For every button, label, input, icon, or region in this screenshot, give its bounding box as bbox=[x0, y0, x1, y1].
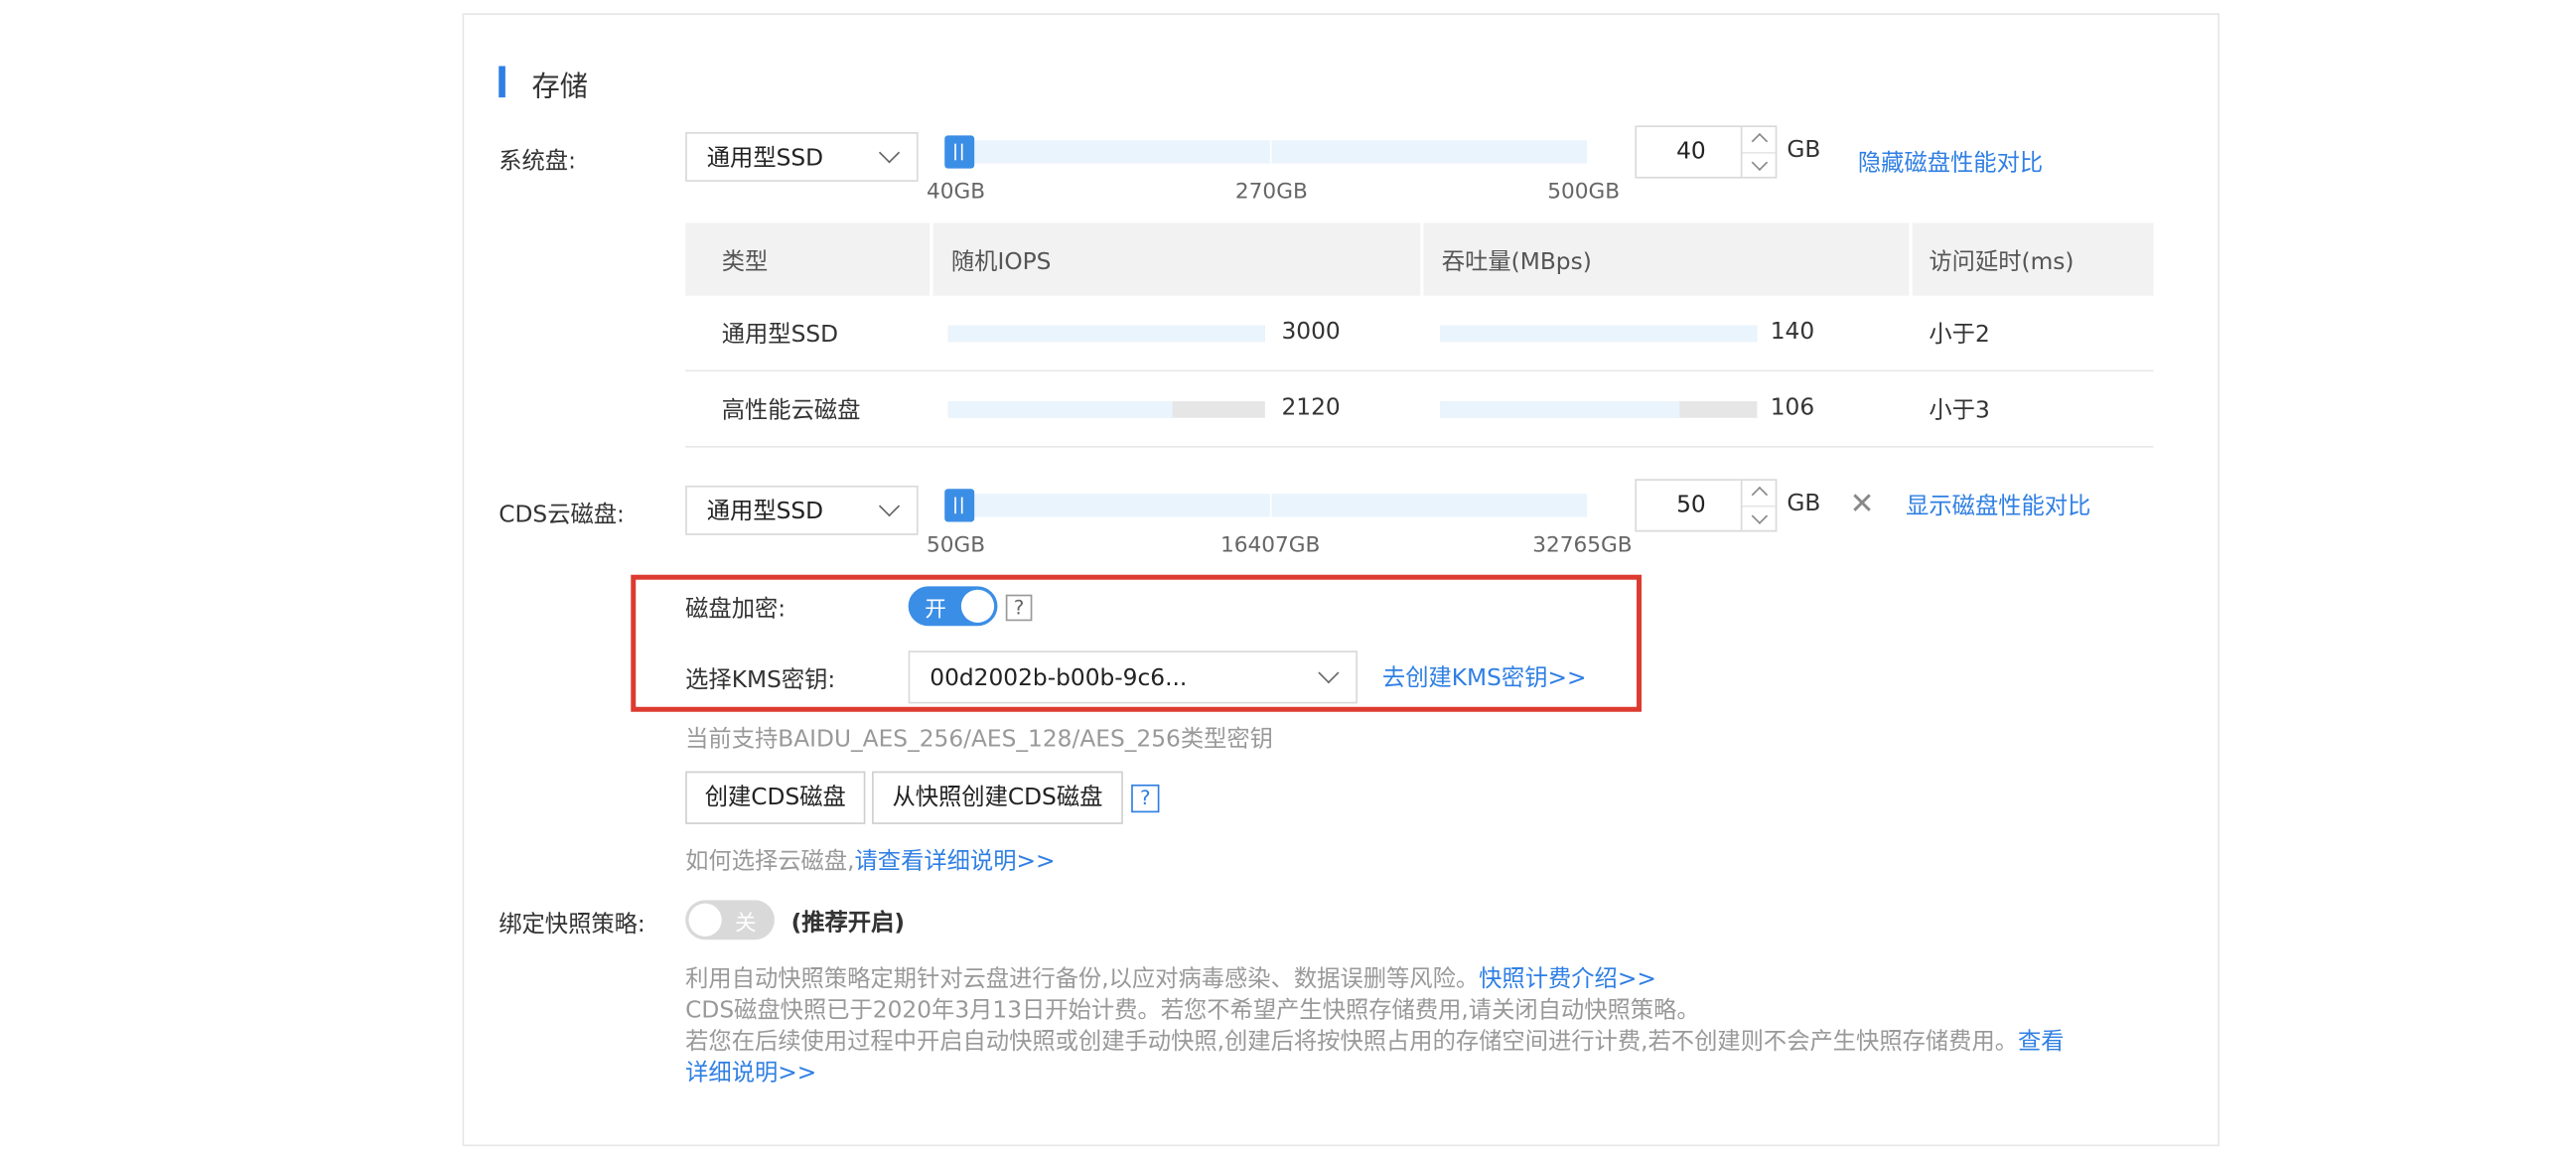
system-disk-size-slider[interactable] bbox=[944, 140, 1588, 164]
snapshot-desc-line4: 详细说明>> bbox=[685, 1059, 2155, 1090]
section-accent-bar bbox=[499, 66, 505, 98]
create-cds-button[interactable]: 创建CDS磁盘 bbox=[685, 771, 866, 824]
system-disk-tick-min: 40GB bbox=[926, 180, 986, 206]
section-title: 存储 bbox=[531, 71, 589, 104]
help-icon[interactable]: ? bbox=[1131, 784, 1160, 813]
close-icon[interactable]: ✕ bbox=[1850, 488, 1875, 522]
th-throughput: 吞吐量(MBps) bbox=[1441, 249, 1592, 276]
disk-encryption-toggle[interactable]: 开 bbox=[908, 586, 998, 627]
snapshot-detail-link-b[interactable]: 详细说明>> bbox=[685, 1061, 816, 1087]
col-divider bbox=[1909, 222, 1913, 296]
row1-latency: 小于2 bbox=[1929, 322, 1990, 349]
stepper-up-icon[interactable] bbox=[1742, 481, 1775, 506]
chevron-down-icon bbox=[878, 496, 901, 517]
slider-divider bbox=[1269, 140, 1272, 164]
th-iops: 随机IOPS bbox=[950, 249, 1052, 276]
row2-throughput-bar bbox=[1440, 401, 1758, 418]
cds-disk-size-value[interactable]: 50 bbox=[1637, 481, 1746, 530]
detail-link[interactable]: 请查看详细说明>> bbox=[855, 849, 1056, 876]
how-to-choose-text: 如何选择云磁盘,请查看详细说明>> bbox=[685, 844, 1055, 877]
row-divider bbox=[685, 369, 2154, 372]
toggle-knob bbox=[960, 589, 995, 623]
cds-disk-unit: GB bbox=[1787, 490, 1821, 517]
stepper-down-icon[interactable] bbox=[1742, 151, 1776, 179]
system-disk-size-stepper[interactable]: 40 bbox=[1635, 125, 1778, 179]
system-disk-type-select[interactable]: 通用型SSD bbox=[685, 132, 919, 182]
snapshot-desc-line1: 利用自动快照策略定期针对云盘进行备份,以应对病毒感染、数据误删等风险。快照计费介… bbox=[685, 964, 2155, 996]
system-disk-tick-mid: 270GB bbox=[1234, 180, 1308, 206]
cds-disk-tick-min: 50GB bbox=[926, 533, 986, 559]
snapshot-desc1: 利用自动快照策略定期针对云盘进行备份,以应对病毒感染、数据误删等风险。 bbox=[685, 965, 1480, 993]
system-disk-size-value[interactable]: 40 bbox=[1637, 127, 1746, 177]
stepper-arrows bbox=[1740, 480, 1776, 532]
system-disk-type-value: 通用型SSD bbox=[706, 145, 824, 172]
stepper-up-icon[interactable] bbox=[1742, 127, 1775, 152]
cds-disk-size-stepper[interactable]: 50 bbox=[1635, 479, 1778, 532]
col-divider bbox=[930, 222, 933, 296]
snapshot-policy-toggle[interactable]: 关 bbox=[685, 900, 775, 940]
snapshot-desc-line2: CDS磁盘快照已于2020年3月13日开始计费。若您不希望产生快照存储费用,请关… bbox=[685, 997, 1700, 1025]
cds-disk-tick-mid: 16407GB bbox=[1219, 533, 1321, 559]
system-disk-unit: GB bbox=[1787, 137, 1821, 164]
cds-disk-size-slider[interactable] bbox=[944, 494, 1588, 517]
row2-iops-value: 2120 bbox=[1281, 394, 1341, 422]
th-type: 类型 bbox=[721, 249, 769, 276]
slider-divider bbox=[1269, 494, 1272, 517]
snapshot-desc3: 若您在后续使用过程中开启自动快照或创建手动快照,创建后将按快照占用的存储空间进行… bbox=[685, 1029, 2019, 1056]
help-icon[interactable]: ? bbox=[1005, 594, 1033, 622]
system-disk-tick-max: 500GB bbox=[1547, 180, 1621, 206]
kms-key-select[interactable]: 00d2002b-b00b-9c6... bbox=[908, 650, 1358, 704]
cds-disk-tick-max: 32765GB bbox=[1532, 533, 1633, 559]
row1-throughput-value: 140 bbox=[1770, 318, 1815, 346]
th-latency: 访问延时(ms) bbox=[1929, 249, 2075, 276]
row1-iops-bar bbox=[947, 325, 1265, 343]
system-disk-label: 系统盘: bbox=[499, 148, 576, 176]
show-performance-link[interactable]: 显示磁盘性能对比 bbox=[1906, 489, 2090, 521]
snapshot-policy-label: 绑定快照策略: bbox=[499, 911, 645, 939]
toggle-knob bbox=[688, 903, 722, 937]
key-type-hint: 当前支持BAIDU_AES_256/AES_128/AES_256类型密钥 bbox=[685, 726, 1273, 754]
stepper-arrows bbox=[1740, 127, 1776, 179]
snapshot-description: 利用自动快照策略定期针对云盘进行备份,以应对病毒感染、数据误删等风险。快照计费介… bbox=[685, 964, 2155, 1089]
cds-disk-slider-handle[interactable] bbox=[944, 489, 975, 522]
row2-latency: 小于3 bbox=[1929, 397, 1990, 425]
row1-type: 通用型SSD bbox=[721, 322, 839, 349]
toggle-on-text: 开 bbox=[925, 598, 946, 623]
create-from-snapshot-button[interactable]: 从快照创建CDS磁盘 bbox=[872, 771, 1123, 824]
snapshot-detail-link-a[interactable]: 查看 bbox=[2018, 1029, 2065, 1056]
snapshot-pricing-link[interactable]: 快照计费介绍>> bbox=[1479, 966, 1656, 993]
col-divider bbox=[1420, 222, 1424, 296]
how-to-choose-label: 如何选择云磁盘, bbox=[685, 848, 855, 876]
disk-encryption-label: 磁盘加密: bbox=[685, 596, 787, 623]
chevron-down-icon bbox=[1318, 662, 1340, 684]
chevron-down-icon bbox=[878, 142, 901, 164]
kms-key-label: 选择KMS密钥: bbox=[685, 666, 836, 694]
create-kms-key-link[interactable]: 去创建KMS密钥>> bbox=[1382, 660, 1587, 693]
row1-iops-fill bbox=[947, 325, 1265, 343]
row2-iops-fill bbox=[947, 401, 1173, 418]
cds-disk-type-value: 通用型SSD bbox=[706, 499, 824, 525]
stepper-down-icon[interactable] bbox=[1742, 505, 1776, 532]
row2-throughput-value: 106 bbox=[1770, 394, 1815, 422]
row2-type: 高性能云磁盘 bbox=[721, 397, 861, 425]
cds-disk-type-select[interactable]: 通用型SSD bbox=[685, 485, 919, 535]
cds-disk-label: CDS云磁盘: bbox=[499, 502, 625, 529]
storage-config-page: 存储 系统盘: 通用型SSD 40GB 270GB 500GB 40 GB 隐藏… bbox=[0, 0, 2576, 1156]
row2-iops-bar bbox=[947, 401, 1265, 418]
row1-throughput-bar bbox=[1440, 325, 1758, 343]
snapshot-desc-line3: 若您在后续使用过程中开启自动快照或创建手动快照,创建后将按快照占用的存储空间进行… bbox=[685, 1027, 2155, 1059]
row-divider bbox=[685, 446, 2154, 448]
kms-key-value: 00d2002b-b00b-9c6... bbox=[930, 665, 1188, 692]
system-disk-slider-handle[interactable] bbox=[944, 135, 975, 169]
toggle-off-text: 关 bbox=[735, 911, 757, 937]
row1-throughput-fill bbox=[1440, 325, 1758, 343]
row1-iops-value: 3000 bbox=[1281, 318, 1341, 346]
recommend-text: (推荐开启) bbox=[790, 910, 905, 937]
row2-throughput-fill bbox=[1440, 401, 1680, 418]
hide-performance-link[interactable]: 隐藏磁盘性能对比 bbox=[1858, 145, 2043, 178]
